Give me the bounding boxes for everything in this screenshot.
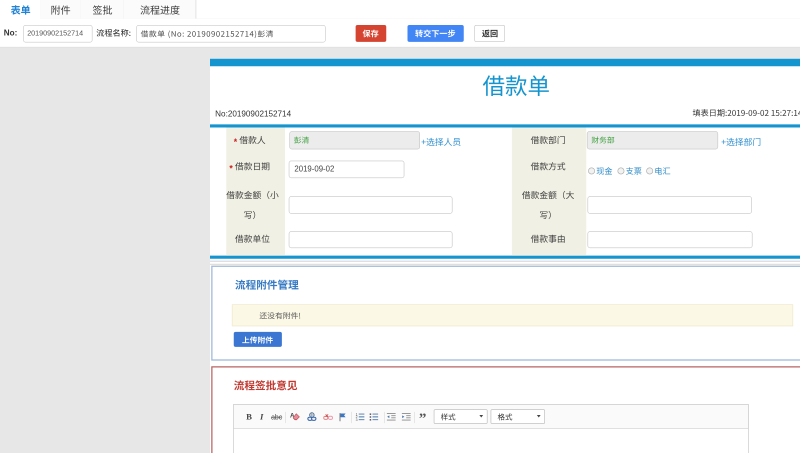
svg-text:3: 3	[355, 418, 357, 422]
